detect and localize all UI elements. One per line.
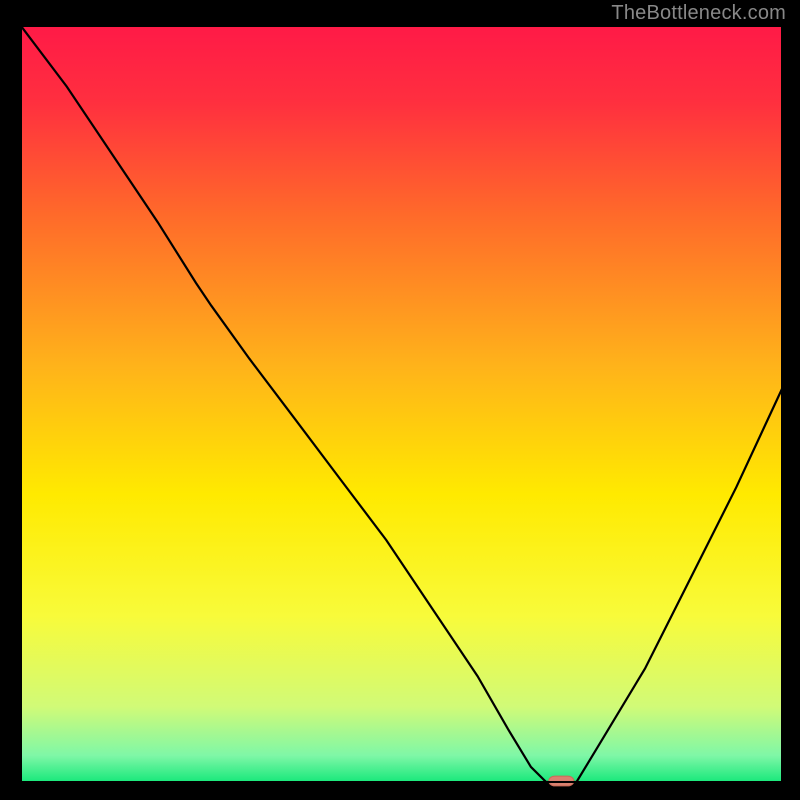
gradient-background [21,26,782,782]
watermark-text: TheBottleneck.com [611,2,786,25]
bottleneck-chart [0,0,800,800]
chart-frame: TheBottleneck.com [0,0,800,800]
